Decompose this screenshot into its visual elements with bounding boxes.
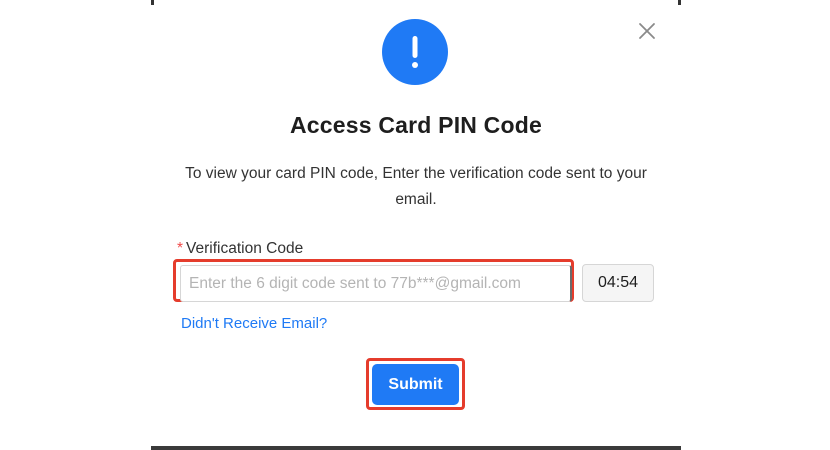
screen: Access Card PIN Code To view your card P…	[0, 0, 830, 450]
verification-code-label-text: Verification Code	[186, 240, 304, 257]
required-marker: *	[177, 240, 184, 257]
modal-description: To view your card PIN code, Enter the ve…	[185, 165, 647, 208]
resend-email-link[interactable]: Didn't Receive Email?	[181, 315, 327, 332]
countdown-timer: 04:54	[582, 264, 654, 302]
submit-button[interactable]: Submit	[372, 364, 459, 405]
alert-badge	[382, 19, 448, 85]
close-button[interactable]	[636, 20, 658, 42]
close-icon	[639, 23, 655, 39]
exclamation-icon	[412, 36, 418, 68]
verification-code-input[interactable]	[180, 265, 572, 302]
modal-title: Access Card PIN Code	[290, 112, 542, 138]
verification-code-label: * Verification Code	[177, 240, 303, 258]
modal-frame-bottom	[151, 446, 681, 450]
